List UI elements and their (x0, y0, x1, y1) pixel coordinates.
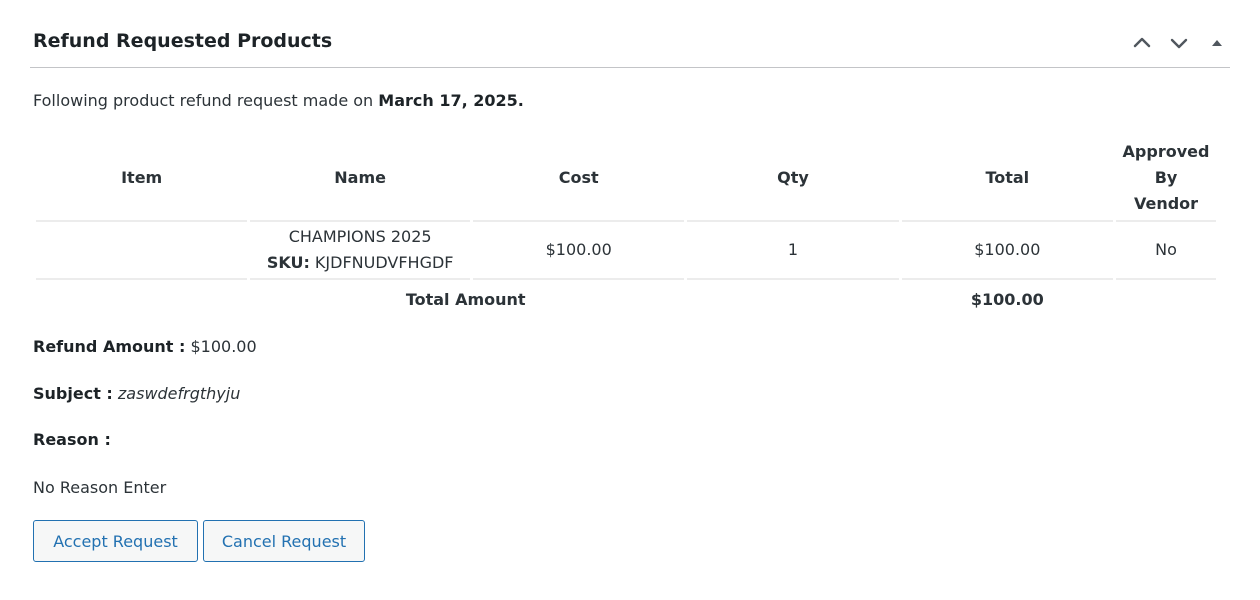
product-name: CHAMPIONS 2025 (288, 227, 432, 246)
reason-label: Reason : (33, 430, 111, 449)
chevron-down-icon (1170, 38, 1188, 49)
header-cost: Cost (472, 136, 685, 222)
table-header-row: Item Name Cost Qty Total Approved By Ven… (36, 136, 1216, 222)
toggle-panel-button[interactable] (1204, 30, 1230, 56)
refund-intro: Following product refund request made on… (33, 91, 524, 110)
table-row: CHAMPIONS 2025 SKU: KJDFNUDVFHGDF $100.0… (36, 222, 1216, 280)
cell-name: CHAMPIONS 2025 SKU: KJDFNUDVFHGDF (250, 222, 470, 280)
subject-label: Subject : (33, 384, 113, 403)
header-approved-line1: Approved (1122, 142, 1210, 161)
cell-item (36, 222, 248, 280)
total-amount-label: Total Amount (405, 289, 526, 309)
move-up-button[interactable] (1129, 30, 1155, 56)
subject-value: zaswdefrgthyju (112, 384, 241, 403)
cell-total: $100.00 (901, 222, 1114, 280)
accept-request-button[interactable]: Accept Request (33, 520, 198, 562)
refund-requested-products-panel: Refund Requested Products Following prod… (0, 0, 1260, 600)
refund-reason-text: No Reason Enter (33, 478, 167, 497)
triangle-up-icon (1212, 40, 1222, 46)
table-total-row: Total Amount $100.00 (36, 280, 1216, 318)
move-down-button[interactable] (1166, 30, 1192, 56)
intro-text: Following product refund request made on (33, 91, 379, 110)
cancel-request-button[interactable]: Cancel Request (203, 520, 365, 562)
header-approved-by-vendor: Approved By Vendor (1116, 136, 1216, 222)
header-approved-line3: Vendor (1133, 194, 1199, 213)
sku-label: SKU: (266, 253, 310, 272)
refund-amount-label: Refund Amount : (33, 337, 186, 356)
header-qty: Qty (687, 136, 899, 222)
panel-header: Refund Requested Products (30, 16, 1230, 68)
refund-amount-value: $100.00 (185, 337, 257, 356)
refund-subject: Subject : zaswdefrgthyju (33, 384, 240, 403)
refund-items-table: Item Name Cost Qty Total Approved By Ven… (33, 136, 1219, 318)
header-name: Name (250, 136, 470, 222)
total-amount-spacer (687, 280, 898, 318)
request-date: March 17, 2025. (378, 91, 524, 110)
header-total: Total (901, 136, 1114, 222)
header-approved-line2: By (1154, 168, 1178, 187)
chevron-up-icon (1133, 37, 1151, 48)
cell-approved: No (1116, 222, 1216, 280)
refund-reason-heading: Reason : (33, 430, 111, 449)
total-amount-empty (1116, 280, 1216, 318)
header-item: Item (36, 136, 248, 222)
panel-title: Refund Requested Products (33, 30, 333, 52)
cell-qty: 1 (687, 222, 899, 280)
cell-cost: $100.00 (472, 222, 685, 280)
refund-amount: Refund Amount : $100.00 (33, 337, 257, 356)
sku-value: KJDFNUDVFHGDF (309, 253, 454, 272)
total-amount-value: $100.00 (970, 289, 1044, 309)
